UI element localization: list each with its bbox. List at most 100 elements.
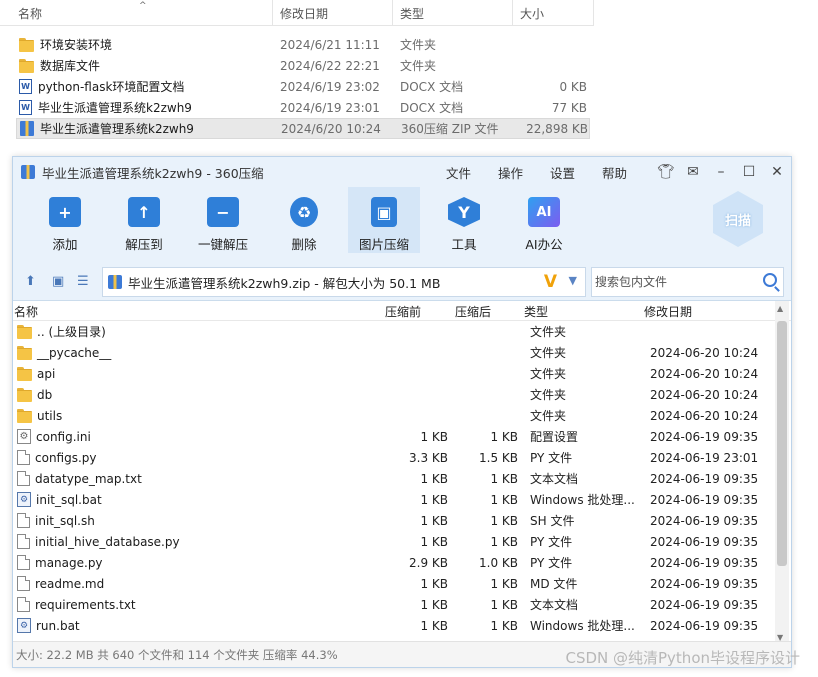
scan-shield-icon: 扫描 bbox=[713, 191, 763, 247]
thumbnail-view-icon[interactable]: ▣ bbox=[52, 274, 64, 289]
chevron-down-icon[interactable]: ▼ bbox=[569, 274, 577, 287]
verified-v-icon[interactable]: V bbox=[544, 272, 557, 292]
archive-row[interactable]: api 文件夹 2024-06-20 10:24 bbox=[13, 363, 775, 384]
archive-window: 毕业生派遣管理系统k2zwh9 - 360压缩 文件 操作 设置 帮助 👕︎ ✉… bbox=[12, 156, 792, 668]
address-bar: ⬆ ▣ ☰ 毕业生派遣管理系统k2zwh9.zip - 解包大小为 50.1 M… bbox=[13, 261, 791, 301]
col-type[interactable]: 类型 bbox=[524, 303, 548, 320]
file-type: 360压缩 ZIP 文件 bbox=[401, 122, 499, 136]
image-compress-button[interactable]: ▣ 图片压缩 bbox=[348, 187, 420, 253]
folder-icon bbox=[17, 325, 32, 339]
title-bar[interactable]: 毕业生派遣管理系统k2zwh9 - 360压缩 文件 操作 设置 帮助 👕︎ ✉… bbox=[13, 157, 791, 187]
explorer-row[interactable]: 环境安装环境 2024/6/21 11:11 文件夹 bbox=[16, 34, 590, 55]
image-compress-icon: ▣ bbox=[371, 197, 397, 227]
entry-name: init_sql.bat bbox=[36, 492, 102, 507]
menu-operate[interactable]: 操作 bbox=[498, 163, 523, 182]
entry-name: configs.py bbox=[35, 450, 97, 465]
search-icon[interactable] bbox=[763, 273, 777, 287]
explorer-row[interactable]: 毕业生派遣管理系统k2zwh9 2024/6/20 10:24 360压缩 ZIP … bbox=[16, 118, 590, 139]
entry-name: readme.md bbox=[35, 576, 105, 591]
archive-row[interactable]: ⚙ run.bat 1 KB 1 KB Windows 批处理... 2024-06-19… bbox=[13, 615, 775, 636]
entry-type: 文件夹 bbox=[530, 346, 567, 360]
column-date[interactable]: 修改日期 bbox=[273, 0, 393, 26]
entry-type: 文件夹 bbox=[530, 388, 567, 402]
file-icon bbox=[17, 513, 30, 528]
file-date: 2024/6/22 22:21 bbox=[280, 58, 380, 73]
col-after[interactable]: 压缩后 bbox=[455, 303, 491, 320]
archive-row[interactable]: ⚙ config.ini 1 KB 1 KB 配置设置 2024-06-19 09:35 bbox=[13, 426, 775, 447]
archive-row[interactable]: readme.md 1 KB 1 KB MD 文件 2024-06-19 09:35 bbox=[13, 573, 775, 594]
feedback-icon[interactable]: ✉ bbox=[685, 164, 701, 180]
archive-row[interactable]: __pycache__ 文件夹 2024-06-20 10:24 bbox=[13, 342, 775, 363]
archive-app-icon bbox=[21, 165, 35, 179]
entry-size-before: 1 KB bbox=[420, 429, 448, 444]
sort-caret-icon: ^ bbox=[139, 1, 147, 11]
menu-bar: 文件 操作 设置 帮助 bbox=[446, 157, 654, 187]
maximize-button[interactable]: ☐ bbox=[741, 164, 757, 180]
entry-name: init_sql.sh bbox=[35, 513, 95, 528]
explorer-row[interactable]: W 毕业生派遣管理系统k2zwh9 2024/6/19 23:01 DOCX 文档 77… bbox=[16, 97, 590, 118]
scroll-up-icon[interactable]: ▲ bbox=[777, 304, 783, 313]
skin-icon[interactable]: 👕︎ bbox=[657, 164, 675, 180]
scroll-thumb[interactable] bbox=[777, 321, 787, 566]
one-click-extract-button[interactable]: − 一键解压 bbox=[187, 187, 259, 253]
column-size[interactable]: 大小 bbox=[513, 0, 594, 26]
entry-type: 文本文档 bbox=[530, 598, 579, 612]
archive-path-field[interactable]: 毕业生派遣管理系统k2zwh9.zip - 解包大小为 50.1 MB V ▼ bbox=[102, 267, 586, 297]
entry-date: 2024-06-20 10:24 bbox=[650, 387, 759, 402]
folder-icon bbox=[19, 38, 34, 52]
add-button[interactable]: + 添加 bbox=[29, 187, 101, 253]
col-date[interactable]: 修改日期 bbox=[644, 303, 692, 320]
tools-button[interactable]: Y 工具 bbox=[428, 187, 500, 253]
delete-button[interactable]: ♻ 删除 bbox=[268, 187, 340, 253]
explorer-row[interactable]: Wpython-flask环境配置文档 2024/6/19 23:02 DOCX 文… bbox=[16, 76, 590, 97]
menu-help[interactable]: 帮助 bbox=[602, 163, 627, 182]
entry-type: 文件夹 bbox=[530, 367, 567, 381]
archive-row[interactable]: datatype_map.txt 1 KB 1 KB 文本文档 2024-06-19 0… bbox=[13, 468, 775, 489]
col-name[interactable]: 名称 bbox=[14, 303, 38, 320]
close-button[interactable]: ✕ bbox=[769, 164, 785, 180]
archive-row[interactable]: configs.py 3.3 KB 1.5 KB PY 文件 2024-06-19 23… bbox=[13, 447, 775, 468]
ai-office-button[interactable]: AI AI办公 bbox=[508, 187, 580, 253]
column-type[interactable]: 类型 bbox=[393, 0, 513, 26]
extract-to-button[interactable]: ↑ 解压到 bbox=[108, 187, 180, 253]
word-doc-icon: W bbox=[19, 100, 32, 115]
menu-settings[interactable]: 设置 bbox=[550, 163, 575, 182]
minimize-button[interactable]: – bbox=[713, 164, 729, 180]
archive-row[interactable]: init_sql.sh 1 KB 1 KB SH 文件 2024-06-19 09:35 bbox=[13, 510, 775, 531]
list-view-icon[interactable]: ☰ bbox=[77, 274, 89, 289]
add-icon: + bbox=[49, 197, 81, 227]
entry-name: utils bbox=[37, 408, 63, 423]
search-input[interactable] bbox=[595, 275, 755, 289]
entry-size-before: 2.9 KB bbox=[409, 555, 448, 570]
batch-file-icon: ⚙ bbox=[17, 492, 31, 507]
archive-row[interactable]: utils 文件夹 2024-06-20 10:24 bbox=[13, 405, 775, 426]
scan-button[interactable]: 扫描 bbox=[713, 191, 763, 247]
archive-row[interactable]: initial_hive_database.py 1 KB 1 KB PY 文件 202… bbox=[13, 531, 775, 552]
entry-size-before: 1 KB bbox=[420, 597, 448, 612]
file-type: 文件夹 bbox=[400, 38, 437, 52]
archive-row[interactable]: manage.py 2.9 KB 1.0 KB PY 文件 2024-06-19 09:… bbox=[13, 552, 775, 573]
column-name[interactable]: ^ 名称 bbox=[0, 0, 273, 26]
menu-file[interactable]: 文件 bbox=[446, 163, 471, 182]
folder-icon bbox=[17, 346, 32, 360]
archive-row[interactable]: requirements.txt 1 KB 1 KB 文本文档 2024-06-19 0… bbox=[13, 594, 775, 615]
entry-date: 2024-06-19 23:01 bbox=[650, 450, 759, 465]
archive-row[interactable]: .. (上级目录) 文件夹 bbox=[13, 321, 775, 342]
entry-type: PY 文件 bbox=[530, 451, 573, 465]
entry-size-before: 1 KB bbox=[420, 534, 448, 549]
entry-size-before: 1 KB bbox=[420, 576, 448, 591]
explorer-row[interactable]: 数据库文件 2024/6/22 22:21 文件夹 bbox=[16, 55, 590, 76]
file-date: 2024/6/19 23:01 bbox=[280, 100, 380, 115]
ai-office-icon: AI bbox=[528, 197, 560, 227]
folder-icon bbox=[17, 409, 32, 423]
word-doc-icon: W bbox=[19, 79, 32, 94]
entry-date: 2024-06-20 10:24 bbox=[650, 366, 759, 381]
archive-row[interactable]: ⚙ init_sql.bat 1 KB 1 KB Windows 批处理... 2024-… bbox=[13, 489, 775, 510]
up-arrow-icon[interactable]: ⬆ bbox=[25, 274, 36, 289]
col-before[interactable]: 压缩前 bbox=[385, 303, 421, 320]
entry-type: Windows 批处理... bbox=[530, 493, 635, 507]
entry-date: 2024-06-20 10:24 bbox=[650, 345, 759, 360]
entry-size-after: 1 KB bbox=[490, 513, 518, 528]
archive-row[interactable]: db 文件夹 2024-06-20 10:24 bbox=[13, 384, 775, 405]
vertical-scrollbar[interactable]: ▲ ▼ bbox=[775, 301, 789, 645]
